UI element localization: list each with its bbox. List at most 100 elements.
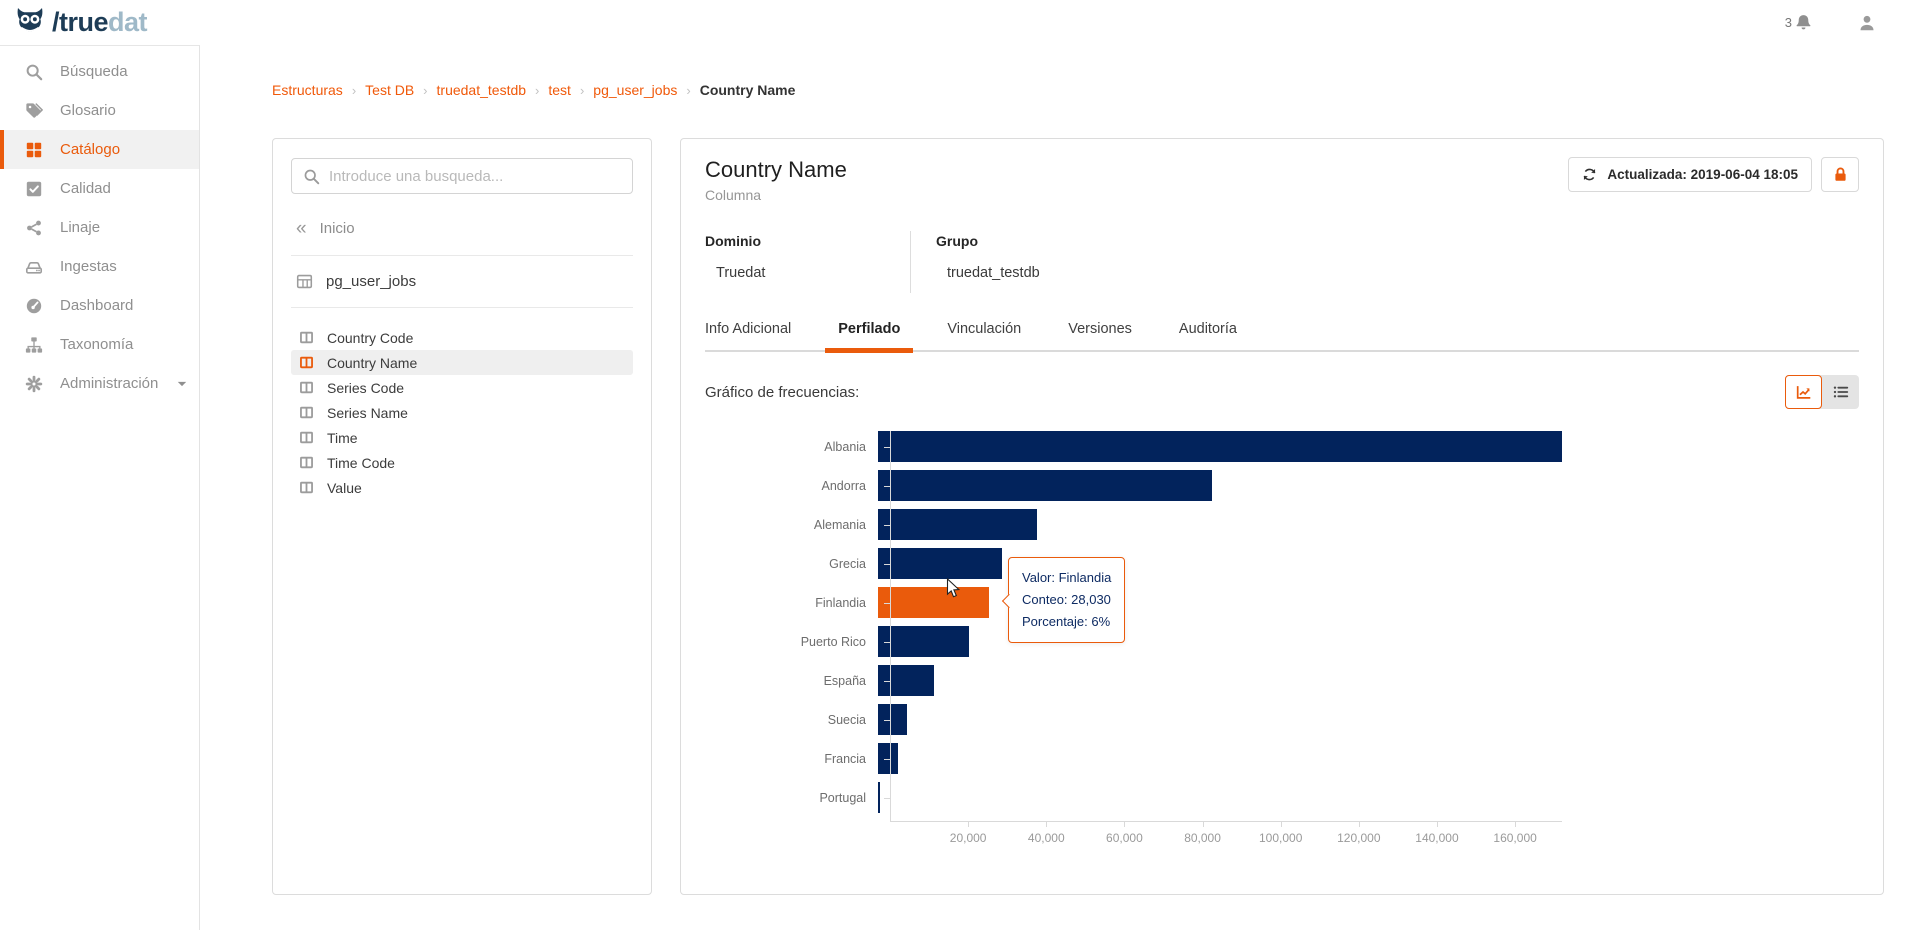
- table-name: pg_user_jobs: [326, 273, 417, 290]
- confidential-lock-button[interactable]: [1821, 157, 1859, 192]
- table-item[interactable]: pg_user_jobs: [291, 273, 633, 290]
- chart-bar-track: [878, 782, 1562, 813]
- tooltip-conteo: Conteo: 28,030: [1022, 592, 1111, 608]
- column-item-time[interactable]: Time: [291, 425, 633, 450]
- chart-bar[interactable]: [878, 470, 1213, 501]
- axis-tick-label: 40,000: [1027, 831, 1065, 845]
- column-item-series-name[interactable]: Series Name: [291, 400, 633, 425]
- axis-tick: [1202, 822, 1204, 827]
- app-header: /truedat 3: [0, 0, 1907, 45]
- domain-label: Dominio: [705, 233, 761, 249]
- chart-category-label: Grecia: [829, 556, 866, 571]
- refresh-icon: [1582, 167, 1597, 182]
- tab-versiones[interactable]: Versiones: [1068, 321, 1132, 350]
- tab-auditoría[interactable]: Auditoría: [1179, 321, 1237, 350]
- sidebar-item-taxonomia[interactable]: Taxonomía: [0, 325, 199, 364]
- chart-bar[interactable]: [878, 782, 880, 813]
- check-square-icon: [25, 180, 43, 198]
- sidebar-item-ingestas[interactable]: Ingestas: [0, 247, 199, 286]
- drive-icon: [25, 258, 43, 276]
- breadcrumb-separator: ›: [686, 82, 691, 98]
- sidebar-item-catalogo[interactable]: Catálogo: [0, 130, 199, 169]
- sidebar-item-administracion[interactable]: Administración: [0, 364, 199, 403]
- tab-perfilado[interactable]: Perfilado: [825, 321, 914, 353]
- chart-bar-track: [878, 548, 1562, 579]
- detail-tabs: Info Adicional Perfilado Vinculación Versio…: [705, 321, 1859, 353]
- chart-bar-track: [878, 743, 1562, 774]
- columns-icon: [299, 430, 314, 445]
- list-icon: [1832, 383, 1850, 401]
- tags-icon: [25, 102, 43, 120]
- sidebar-item-dashboard[interactable]: Dashboard: [0, 286, 199, 325]
- tab-vinculación[interactable]: Vinculación: [947, 321, 1021, 350]
- chart-bar[interactable]: [878, 509, 1038, 540]
- breadcrumb-link[interactable]: Test DB: [365, 82, 414, 98]
- axis-tick-label: 100,000: [1258, 831, 1303, 845]
- refresh-metadata-button[interactable]: Actualizada: 2019-06-04 18:05: [1568, 157, 1812, 192]
- axis-tick: [1124, 822, 1126, 827]
- chart-bar-row: Suecia: [705, 704, 1562, 735]
- axis-tick-label: 120,000: [1337, 831, 1381, 845]
- breadcrumb-link[interactable]: pg_user_jobs: [593, 82, 677, 98]
- breadcrumb-link[interactable]: test: [548, 82, 571, 98]
- breadcrumb-link[interactable]: truedat_testdb: [437, 82, 527, 98]
- user-menu-button[interactable]: [1857, 13, 1877, 33]
- sidebar-item-label: Dashboard: [60, 297, 134, 314]
- sidebar-item-calidad[interactable]: Calidad: [0, 169, 199, 208]
- group-label: Grupo: [936, 233, 978, 249]
- sitemap-icon: [25, 336, 43, 354]
- breadcrumb-separator: ›: [423, 82, 428, 98]
- chart-category-label: Finlandia: [815, 595, 866, 610]
- sidebar-nav: Búsqueda Glosario Catálogo Calidad Linaje Ing…: [0, 45, 200, 930]
- axis-tick: [1515, 822, 1517, 827]
- back-to-inicio[interactable]: « Inicio: [291, 219, 633, 238]
- frequency-bar-chart: Albania Andorra Alemania Grecia Finlandia Pue…: [705, 431, 1562, 849]
- chart-bar[interactable]: [878, 548, 1003, 579]
- structure-search-box[interactable]: [291, 158, 633, 194]
- breadcrumb-link[interactable]: Estructuras: [272, 82, 343, 98]
- chart-category-label: España: [823, 673, 866, 688]
- logo-wordmark: /truedat: [52, 7, 148, 37]
- bell-icon: [1794, 13, 1813, 32]
- search-input[interactable]: [329, 167, 621, 185]
- column-item-country-name[interactable]: Country Name: [291, 350, 633, 375]
- divider: [291, 255, 633, 256]
- chart-bar[interactable]: [878, 743, 898, 774]
- lock-icon: [1832, 166, 1849, 183]
- columns-icon: [299, 355, 314, 370]
- chart-bar[interactable]: [878, 587, 990, 618]
- tab-info-adicional[interactable]: Info Adicional: [705, 321, 791, 350]
- axis-tick: [1280, 822, 1282, 827]
- structure-browser-panel: « Inicio pg_user_jobs Country CodeCountr…: [272, 138, 652, 895]
- chart-category-label: Puerto Rico: [800, 634, 866, 649]
- sidebar-item-linaje[interactable]: Linaje: [0, 208, 199, 247]
- breadcrumb-current: Country Name: [699, 82, 796, 98]
- column-item-country-code[interactable]: Country Code: [291, 325, 633, 350]
- sidebar-item-busqueda[interactable]: Búsqueda: [0, 52, 199, 91]
- breadcrumb-separator: ›: [351, 82, 357, 98]
- chart-bar[interactable]: [878, 665, 934, 696]
- sidebar-item-glosario[interactable]: Glosario: [0, 91, 199, 130]
- truedat-logo[interactable]: /truedat: [12, 6, 148, 40]
- list-view-button[interactable]: [1822, 375, 1859, 409]
- chart-bar-track: [878, 509, 1562, 540]
- column-item-value[interactable]: Value: [291, 475, 633, 500]
- column-item-series-code[interactable]: Series Code: [291, 375, 633, 400]
- column-item-time-code[interactable]: Time Code: [291, 450, 633, 475]
- chart-bar-row: Francia: [705, 743, 1562, 774]
- chart-bar[interactable]: [878, 431, 1562, 462]
- axis-tick: [968, 822, 970, 827]
- columns-list: Country Code Country Name Series Code Serie…: [291, 325, 633, 500]
- chart-view-button[interactable]: [1785, 375, 1822, 409]
- breadcrumb-separator: ›: [535, 82, 540, 98]
- main-content: Estructuras › Test DB › truedat_testdb › test ›…: [200, 45, 1907, 930]
- chart-bar[interactable]: [878, 704, 907, 735]
- chart-bar[interactable]: [878, 626, 970, 657]
- line-chart-icon: [1795, 383, 1813, 401]
- sidebar-item-label: Búsqueda: [60, 63, 128, 80]
- sidebar-item-label: Catálogo: [60, 141, 121, 158]
- page-title: Country Name: [705, 157, 847, 182]
- notifications-button[interactable]: 3: [1785, 13, 1813, 32]
- caret-down-icon: [175, 377, 189, 391]
- structure-detail-panel: Country Name Columna Actualizada: 2019-0…: [680, 138, 1884, 895]
